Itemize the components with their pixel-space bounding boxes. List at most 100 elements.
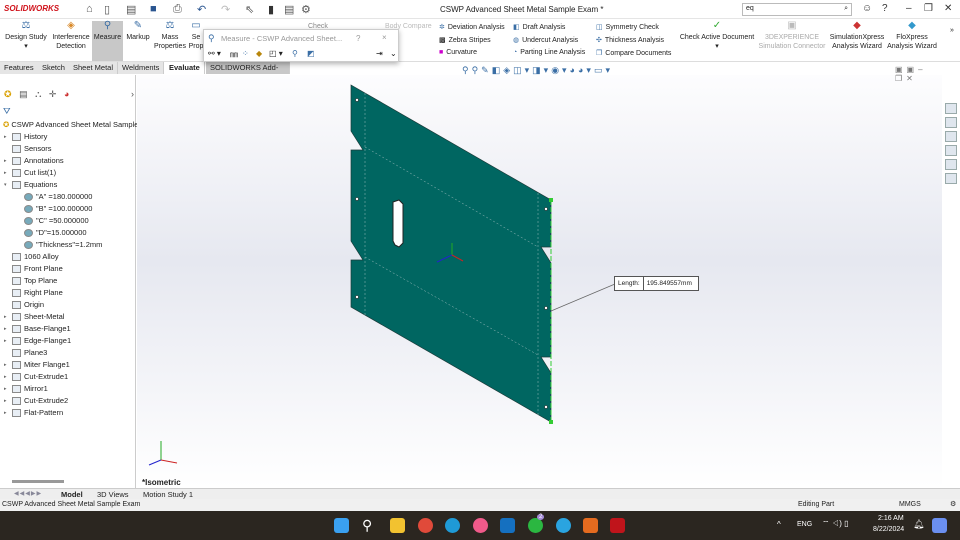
tree-item[interactable]: Annotations (12, 156, 64, 166)
chrome-icon[interactable] (418, 518, 433, 533)
tree-item[interactable]: Right Plane (12, 288, 63, 298)
expand-arrow-icon[interactable]: ▸ (4, 338, 7, 344)
expand-arrow-icon[interactable]: ▸ (4, 386, 7, 392)
expand-arrow-icon[interactable]: ▸ (4, 410, 7, 416)
tree-item[interactable]: Plane3 (12, 348, 47, 358)
tree-item[interactable]: Flat-Pattern (12, 408, 63, 418)
expand-arrow-icon[interactable]: ▸ (4, 398, 7, 404)
notifications-bell-icon[interactable]: 🔔︎ (913, 519, 924, 530)
tab-weldments[interactable]: Weldments (118, 62, 165, 74)
tree-item[interactable]: Base-Flange1 (12, 324, 71, 334)
file-properties-icon[interactable]: ▤ (284, 3, 294, 16)
network-volume-battery-icons[interactable]: ⌔ ◁) ▯ (822, 519, 849, 529)
units-selector[interactable]: MMGS (899, 501, 921, 508)
tree-item[interactable]: Front Plane (12, 264, 63, 274)
redo-icon[interactable]: ↷ (221, 3, 230, 16)
measure-history-icon[interactable]: ⚲ (292, 49, 298, 58)
tab-motion-study[interactable]: Motion Study 1 (143, 490, 193, 499)
tree-item[interactable]: Sheet-Metal (12, 312, 64, 322)
sheet-metal-part[interactable] (350, 84, 552, 423)
design-study-button[interactable]: ⚖ Design Study ▾ (4, 21, 48, 51)
select-icon[interactable]: ⇖ (245, 3, 254, 16)
options-gear-icon[interactable]: ⚙ (301, 3, 311, 16)
whatsapp-icon[interactable] (528, 518, 543, 533)
create-sensor-icon[interactable]: ◩ (307, 49, 315, 58)
close-button[interactable]: × (382, 33, 387, 42)
expand-arrow-icon[interactable]: ▸ (4, 362, 7, 368)
copilot-icon[interactable] (932, 518, 947, 533)
file-explorer-icon[interactable] (945, 131, 957, 142)
tab-evaluate[interactable]: Evaluate (165, 62, 205, 74)
new-file-icon[interactable]: ▯ (104, 3, 110, 16)
save-icon[interactable]: ■ (150, 3, 157, 15)
show-xyz-icon[interactable]: ⁘ (242, 49, 249, 58)
matlab-icon[interactable] (583, 518, 598, 533)
units-icon[interactable]: ㎜ (230, 49, 238, 60)
traffic-light-icon[interactable]: ▮ (268, 3, 274, 16)
markup-button[interactable]: ✎ Markup (124, 21, 152, 42)
zebra-stripes-button[interactable]: ▩ Zebra Stripes (439, 36, 491, 44)
expand-chevron-icon[interactable]: ⌄ (390, 49, 397, 58)
tab-sheet-metal[interactable]: Sheet Metal (69, 62, 119, 74)
expand-arrow-icon[interactable]: ▸ (4, 326, 7, 332)
appearances-icon[interactable] (945, 159, 957, 170)
tree-item[interactable]: Equations (12, 180, 57, 190)
measure-button[interactable]: ⚲ Measure (92, 21, 123, 61)
help-icon[interactable]: ? (882, 3, 888, 14)
status-settings-icon[interactable]: ⚙ (950, 500, 956, 508)
tree-root[interactable]: ✪ CSWP Advanced Sheet Metal Sample (3, 120, 138, 129)
filter-icon[interactable]: ⛛ (3, 106, 11, 117)
itunes-icon[interactable] (473, 518, 488, 533)
search-icon[interactable]: ⌕ (844, 5, 848, 13)
measure-dialog-title[interactable]: Measure - CSWP Advanced Sheet... (221, 34, 342, 43)
search-icon[interactable]: ⚲ (362, 517, 372, 534)
draft-analysis-button[interactable]: ◧ Draft Analysis (513, 23, 565, 31)
open-icon[interactable]: ▤ (126, 3, 136, 16)
tab-sketch[interactable]: Sketch (38, 62, 70, 74)
panel-expand-icon[interactable]: › (131, 89, 134, 99)
expand-arrow-icon[interactable]: ▸ (4, 134, 7, 140)
tree-item[interactable]: Cut list(1) (12, 168, 56, 178)
ribbon-overflow-icon[interactable]: » (950, 27, 954, 34)
tray-chevron-icon[interactable]: ^ (777, 520, 781, 529)
part-model[interactable] (137, 75, 942, 488)
pin-icon[interactable]: ⇥ (376, 49, 383, 58)
simulationxpress-button[interactable]: ◆ SimulationXpress Analysis Wizard (828, 21, 886, 51)
file-explorer-icon[interactable] (390, 518, 405, 533)
tree-item[interactable]: "Thickness"=1.2mm (24, 240, 102, 250)
expand-arrow-icon[interactable]: ▸ (4, 158, 7, 164)
tab-model[interactable]: Model (61, 490, 83, 499)
symmetry-check-button[interactable]: ◫ Symmetry Check (596, 23, 659, 31)
parting-line-analysis-button[interactable]: ◔ Parting Line Analysis (513, 49, 585, 56)
property-manager-tab-icon[interactable]: ▤ (19, 89, 28, 99)
telegram-icon[interactable] (556, 518, 571, 533)
configuration-manager-tab-icon[interactable]: ⛬ (35, 89, 41, 99)
expand-arrow-icon[interactable]: ▾ (4, 182, 7, 188)
solidworks-taskbar-icon[interactable] (610, 518, 625, 533)
solidworks-resources-icon[interactable] (945, 103, 957, 114)
tree-item[interactable]: Miter Flange1 (12, 360, 70, 370)
undercut-analysis-button[interactable]: ◍ Undercut Analysis (513, 36, 578, 44)
tree-item[interactable]: Mirror1 (12, 384, 48, 394)
display-manager-tab-icon[interactable]: ◕ (64, 89, 69, 99)
floxpress-button[interactable]: ◆ FloXpress Analysis Wizard (886, 21, 938, 51)
compare-documents-button[interactable]: ❐ Compare Documents (596, 49, 671, 57)
tab-3d-views[interactable]: 3D Views (97, 490, 129, 499)
expand-arrow-icon[interactable]: ▸ (4, 374, 7, 380)
tree-item[interactable]: Edge-Flange1 (12, 336, 71, 346)
design-library-icon[interactable] (945, 117, 957, 128)
clock-time[interactable]: 2:16 AM (878, 515, 904, 522)
tree-item[interactable]: Sensors (12, 144, 52, 154)
clock-date[interactable]: 8/22/2024 (873, 526, 904, 533)
tree-item[interactable]: History (12, 132, 47, 142)
print-icon[interactable]: ⎙ (173, 3, 182, 16)
outlook-icon[interactable] (500, 518, 515, 533)
view-palette-icon[interactable] (945, 145, 957, 156)
interference-detection-button[interactable]: ◈ Interference Detection (50, 21, 92, 51)
home-icon[interactable]: ⌂ (86, 3, 93, 15)
help-button[interactable]: ? (356, 34, 360, 43)
tab-scroll-arrows[interactable]: ◀◀◀▶▶ (14, 490, 42, 497)
tree-item[interactable]: "C" =50.000000 (24, 216, 89, 226)
search-input[interactable]: eq ⌕ (742, 3, 852, 16)
point-to-point-icon[interactable]: ◆ (256, 49, 262, 58)
